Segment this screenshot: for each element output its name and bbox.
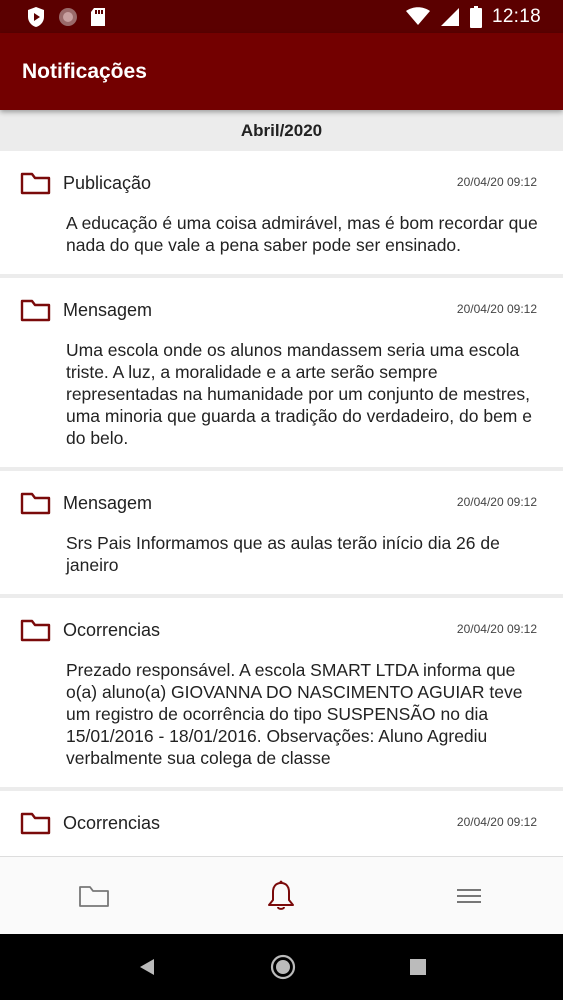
notification-time: 20/04/20 09:12 — [456, 175, 537, 189]
wifi-icon — [405, 7, 430, 25]
folder-icon — [20, 492, 51, 515]
nav-folders-button[interactable] — [64, 876, 124, 916]
notification-card[interactable]: Ocorrencias 20/04/20 09:12 — [0, 791, 563, 856]
system-nav-bar — [0, 934, 563, 1000]
notification-time: 20/04/20 09:12 — [456, 495, 537, 509]
notification-body: Srs Pais Informamos que as aulas terão i… — [66, 533, 500, 575]
signal-icon — [440, 7, 459, 26]
menu-icon — [457, 888, 482, 903]
status-left — [26, 6, 106, 28]
notification-card[interactable]: Mensagem 20/04/20 09:12 Uma escola onde … — [0, 278, 563, 467]
bell-icon — [268, 880, 295, 910]
sd-card-icon — [91, 7, 105, 26]
status-bar: 12:18 — [0, 0, 563, 33]
app-bar: Notificações — [0, 33, 563, 110]
notification-list[interactable]: Abril/2020 Publicação 20/04/20 09:12 A e… — [0, 110, 563, 856]
folder-icon — [20, 172, 51, 195]
notification-time: 20/04/20 09:12 — [456, 815, 537, 829]
notification-body: Prezado responsável. A escola SMART LTDA… — [66, 660, 523, 768]
folder-icon — [20, 299, 51, 322]
shield-play-icon — [28, 6, 44, 27]
nav-notifications-button[interactable] — [251, 876, 311, 916]
notification-time: 20/04/20 09:12 — [456, 622, 537, 636]
folder-icon — [20, 812, 51, 835]
notification-body: Uma escola onde os alunos mandassem seri… — [66, 340, 532, 448]
folder-icon — [20, 619, 51, 642]
battery-icon — [469, 5, 482, 28]
notification-card[interactable]: Publicação 20/04/20 09:12 A educação é u… — [0, 151, 563, 274]
notification-card[interactable]: Mensagem 20/04/20 09:12 Srs Pais Informa… — [0, 471, 563, 594]
folder-icon — [78, 885, 109, 907]
recents-icon[interactable] — [409, 958, 427, 976]
bottom-nav — [0, 856, 563, 934]
record-icon — [59, 7, 77, 26]
home-icon[interactable] — [270, 954, 296, 980]
notification-time: 20/04/20 09:12 — [456, 302, 537, 316]
page-title: Notificações — [22, 59, 147, 83]
status-right: 12:18 — [405, 5, 541, 28]
back-icon[interactable] — [137, 957, 157, 977]
month-section-header: Abril/2020 — [240, 120, 323, 140]
status-time: 12:18 — [491, 5, 541, 27]
notification-card[interactable]: Ocorrencias 20/04/20 09:12 Prezado respo… — [0, 598, 563, 787]
nav-menu-button[interactable] — [439, 876, 499, 916]
notification-body: A educação é uma coisa admirável, mas é … — [66, 213, 538, 255]
